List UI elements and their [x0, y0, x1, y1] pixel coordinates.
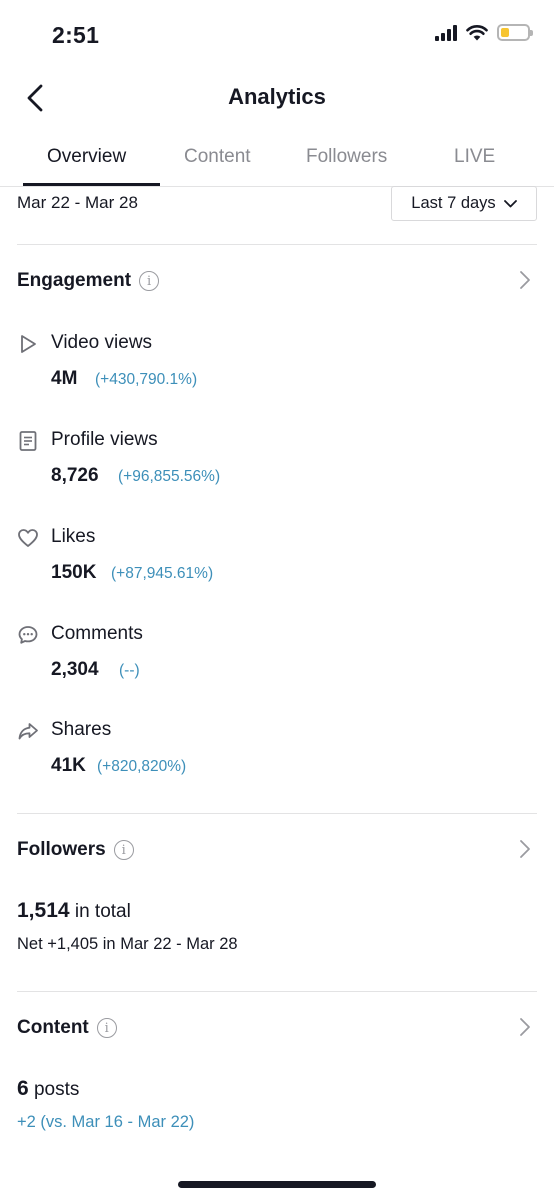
- metric-change: (+87,945.61%): [111, 565, 214, 582]
- followers-total-value: 1,514: [17, 899, 70, 922]
- tab-overview[interactable]: Overview: [47, 146, 126, 168]
- metric-change: (--): [119, 662, 140, 679]
- divider: [17, 813, 537, 814]
- engagement-section-title[interactable]: Engagement i: [17, 270, 160, 292]
- metric-change: (+96,855.56%): [118, 468, 221, 485]
- content-chevron-right-icon[interactable]: [518, 1017, 532, 1037]
- metric-value: 150K: [51, 562, 97, 583]
- content-posts-value: 6: [17, 1077, 29, 1100]
- tab-followers[interactable]: Followers: [306, 146, 387, 168]
- battery-icon: [497, 24, 533, 41]
- metric-value: 4M: [51, 368, 78, 389]
- content-title: Content: [17, 1017, 89, 1038]
- engagement-title: Engagement: [17, 270, 132, 291]
- content-comparison: +2 (vs. Mar 16 - Mar 22): [17, 1113, 195, 1131]
- metric-likes: Likes 150K (+87,945.61%): [17, 525, 537, 605]
- followers-title: Followers: [17, 839, 106, 860]
- status-bar: 2:51: [0, 0, 554, 70]
- metric-value: 8,726: [51, 465, 99, 486]
- wifi-icon: [466, 25, 488, 41]
- metric-video-views: Video views 4M (+430,790.1%): [17, 331, 537, 411]
- engagement-chevron-right-icon[interactable]: [518, 270, 532, 290]
- metric-label: Likes: [51, 526, 96, 547]
- metric-label: Profile views: [51, 429, 158, 450]
- metric-shares: Shares 41K (+820,820%): [17, 718, 537, 798]
- cellular-signal-icon: [435, 24, 457, 41]
- date-range-dropdown-value: Last 7 days: [411, 194, 496, 212]
- info-icon[interactable]: i: [139, 271, 160, 291]
- chevron-down-icon: [503, 199, 517, 207]
- share-icon: [18, 723, 38, 740]
- metric-change: (+820,820%): [97, 758, 187, 775]
- metric-label: Comments: [51, 623, 143, 644]
- heart-icon: [18, 529, 38, 547]
- followers-section-title[interactable]: Followers i: [17, 839, 134, 861]
- play-icon: [21, 335, 36, 353]
- content-section-title[interactable]: Content i: [17, 1017, 117, 1039]
- home-indicator[interactable]: [178, 1181, 376, 1188]
- date-range-dropdown[interactable]: Last 7 days: [391, 186, 537, 221]
- metric-label: Video views: [51, 332, 153, 353]
- followers-net: Net +1,405 in Mar 22 - Mar 28: [17, 935, 238, 953]
- comment-icon: [18, 626, 38, 644]
- followers-chevron-right-icon[interactable]: [518, 839, 532, 859]
- page-title: Analytics: [228, 84, 326, 109]
- followers-total: 1,514 in total: [17, 899, 131, 923]
- metric-profile-views: Profile views 8,726 (+96,855.56%): [17, 428, 537, 508]
- active-tab-indicator: [23, 183, 160, 186]
- metric-value: 41K: [51, 755, 86, 776]
- profile-document-icon: [19, 431, 37, 451]
- metric-value: 2,304: [51, 659, 99, 680]
- content-posts-suffix: posts: [33, 1079, 80, 1100]
- tab-live[interactable]: LIVE: [454, 146, 495, 168]
- metric-change: (+430,790.1%): [95, 371, 198, 388]
- tab-bar: Overview Content Followers LIVE: [0, 126, 554, 187]
- info-icon[interactable]: i: [113, 840, 134, 860]
- tab-content[interactable]: Content: [184, 146, 251, 168]
- divider: [17, 991, 537, 992]
- status-time: 2:51: [52, 22, 100, 48]
- metric-label: Shares: [51, 719, 112, 740]
- divider: [17, 244, 537, 245]
- followers-total-suffix: in total: [74, 901, 131, 922]
- content-posts: 6 posts: [17, 1077, 79, 1101]
- nav-header: Analytics: [0, 70, 554, 126]
- info-icon[interactable]: i: [96, 1018, 117, 1038]
- metric-comments: Comments 2,304 (--): [17, 622, 537, 702]
- date-range-label: Mar 22 - Mar 28: [17, 193, 138, 212]
- status-icons: [435, 24, 533, 41]
